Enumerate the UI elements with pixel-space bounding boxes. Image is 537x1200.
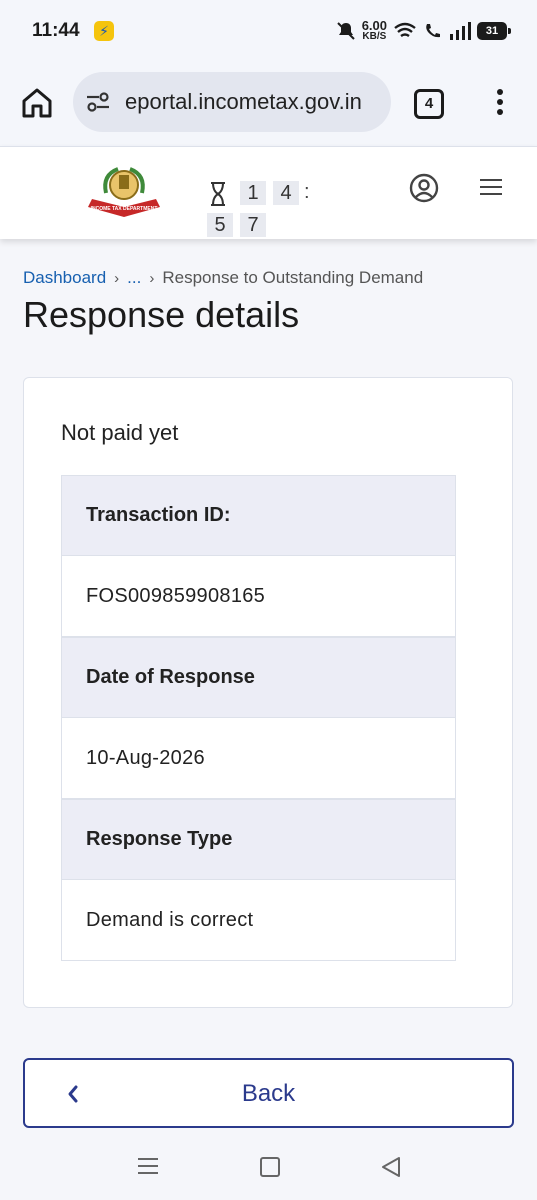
- battery-icon: 31: [477, 22, 511, 40]
- page-title: Response details: [23, 294, 300, 335]
- breadcrumb-separator: ›: [114, 270, 120, 287]
- status-icons: 6.00 KB/S 31: [336, 18, 511, 44]
- network-speed: 6.00 KB/S: [361, 18, 387, 42]
- transaction-id-label: Transaction ID:: [62, 475, 455, 556]
- back-button-label: Back: [241, 1080, 296, 1107]
- user-profile-icon[interactable]: [409, 173, 439, 203]
- breadcrumb: Dashboard ›... › Response to Outstanding De…: [23, 268, 423, 288]
- mute-icon: [336, 22, 355, 40]
- url-text[interactable]: eportal.incometax.gov.in: [125, 89, 387, 115]
- timer-separator: :: [304, 181, 310, 203]
- timer-digit: 4: [273, 181, 299, 205]
- date-of-response-label: Date of Response: [62, 637, 455, 718]
- income-tax-logo[interactable]: INCOME TAX DEPARTMENT: [84, 163, 164, 223]
- home-icon[interactable]: [20, 86, 54, 120]
- hourglass-icon: [211, 182, 225, 206]
- svg-text:INCOME TAX DEPARTMENT: INCOME TAX DEPARTMENT: [91, 206, 158, 212]
- wifi-calling-icon: [426, 24, 440, 38]
- response-details-card: Not paid yet Transaction ID: FOS00985990…: [23, 377, 513, 1008]
- timer-digit: 1: [240, 181, 266, 205]
- site-settings-icon[interactable]: [85, 90, 111, 114]
- response-type-label: Response Type: [62, 799, 455, 880]
- address-bar[interactable]: eportal.incometax.gov.in: [73, 72, 391, 132]
- breadcrumb-current: Response to Outstanding Demand: [162, 268, 424, 287]
- nav-back-icon[interactable]: [381, 1156, 401, 1178]
- browser-toolbar: eportal.incometax.gov.in 4: [0, 62, 537, 146]
- transaction-id-value: FOS009859908165: [62, 556, 455, 637]
- flipkart-notification-icon: ⚡: [94, 21, 114, 41]
- breadcrumb-ellipsis[interactable]: ...: [127, 268, 141, 287]
- recent-apps-icon[interactable]: [138, 1158, 158, 1176]
- response-type-value: Demand is correct: [62, 880, 455, 961]
- timer-digit: 5: [207, 213, 233, 237]
- signal-icon: [450, 22, 471, 40]
- details-table: Transaction ID: FOS009859908165 Date of …: [61, 475, 456, 961]
- hamburger-menu-icon[interactable]: [480, 179, 502, 197]
- payment-status: Not paid yet: [61, 420, 179, 445]
- breadcrumb-separator: ›: [149, 270, 155, 287]
- nav-home-icon[interactable]: [260, 1157, 280, 1177]
- breadcrumb-dashboard[interactable]: Dashboard: [23, 268, 106, 287]
- site-header: INCOME TAX DEPARTMENT 1 4 : 5 7: [0, 146, 537, 239]
- date-of-response-value: 10-Aug-2026: [62, 718, 455, 799]
- status-bar: 11:44 ⚡ 6.00 KB/S 31: [0, 0, 537, 62]
- timer-digit: 7: [240, 213, 266, 237]
- more-options-icon[interactable]: [490, 86, 510, 120]
- system-navigation-bar: [0, 1140, 537, 1200]
- wifi-icon: [394, 22, 416, 37]
- tab-switcher-button[interactable]: 4: [414, 89, 444, 119]
- back-button[interactable]: Back: [23, 1058, 514, 1128]
- status-time: 11:44: [32, 20, 80, 41]
